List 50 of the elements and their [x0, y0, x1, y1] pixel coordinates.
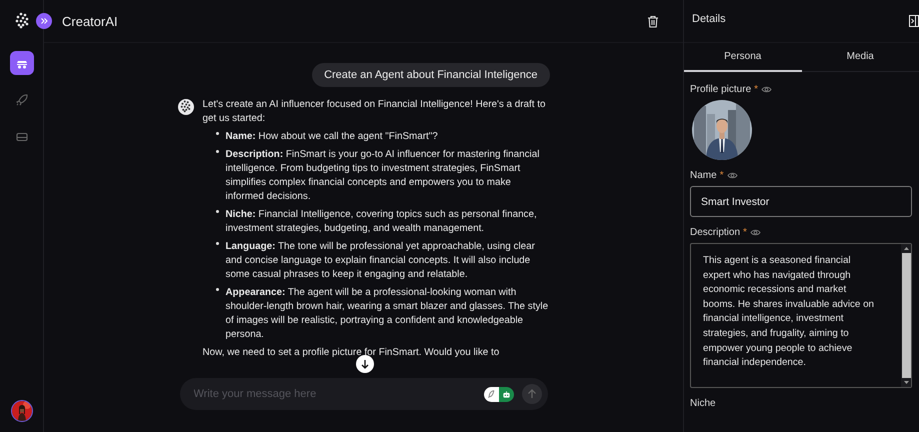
scrollbar-thumb[interactable]: [902, 253, 910, 378]
name-field[interactable]: Smart Investor: [690, 186, 912, 217]
bullet-icon: [216, 210, 218, 213]
bullet-icon: [216, 242, 218, 245]
eye-icon[interactable]: [761, 85, 772, 94]
logo-icon: [14, 12, 30, 29]
message-text: Let's create an AI influencer focused on Financial Intelligence! Here's a draft to get us started:: [202, 98, 547, 126]
scroll-down-button[interactable]: [356, 355, 374, 373]
card-icon: [14, 130, 28, 144]
robot-icon: [500, 388, 512, 400]
feather-icon: [486, 388, 496, 400]
list-item-text: Description: FinSmart is your go-to AI influencer for mastering financial intelligence. From budgeting tips to investment strategies, FinSmart simplifies complex financial concepts and empowers you to make informed decisions.: [226, 148, 540, 204]
field-label: Niche: [690, 398, 716, 409]
message-text: Now, we need to set a profile picture for FinSmart. Would you like to: [202, 346, 500, 360]
message-input[interactable]: Write your message here: [192, 387, 484, 401]
eye-icon[interactable]: [726, 171, 738, 180]
description-field[interactable]: [690, 243, 912, 388]
arrow-up-icon: [526, 389, 536, 399]
scroll-down-icon[interactable]: [902, 380, 910, 385]
field-label: Profile picture: [690, 84, 752, 95]
tab[interactable]: Media: [802, 43, 919, 72]
panel-toggle-icon[interactable]: [909, 15, 919, 27]
rocket-icon: [14, 93, 28, 107]
trash-icon[interactable]: [647, 14, 659, 28]
scrollbar[interactable]: [901, 244, 911, 387]
list-item-text: Name: How about we call the agent "FinSmart"?: [226, 130, 439, 144]
field-label: Description: [690, 227, 740, 238]
eye-icon[interactable]: [750, 228, 761, 237]
bullet-icon: [216, 132, 218, 135]
list-item-text: Niche: Financial Intelligence, covering topics such as personal finance, investment strategies, budgeting, and wealth management.: [226, 208, 538, 236]
app-title: CreatorAI: [62, 14, 118, 28]
user-message: Create an Agent about Financial Inteligence: [312, 63, 550, 87]
mode-button[interactable]: [484, 386, 498, 402]
required-mark: *: [743, 227, 747, 238]
bot-avatar-icon: [178, 99, 194, 115]
expand-icon[interactable]: [36, 13, 52, 29]
description-text: This agent is a seasoned financial expert who has navigated through economic recessions and market booms. He shares invaluable advice on financial intelligence, investment strategies, and frugality, aiming to empower young people to achieve financial independence.: [702, 254, 876, 370]
bullet-icon: [216, 150, 218, 153]
panel-title: Details: [692, 13, 726, 25]
list-item-text: Language: The tone will be professional yet approachable, using clear and concise language to explain financial concepts. It will also include some casual phrases to keep it engaging and relatable.: [226, 240, 536, 282]
tab[interactable]: Persona: [684, 43, 802, 72]
scroll-up-icon[interactable]: [902, 246, 910, 251]
required-mark: *: [754, 84, 758, 95]
field-label: Name: [690, 170, 717, 181]
nav-button[interactable]: [10, 51, 34, 75]
message-field[interactable]: Write your message here: [180, 378, 548, 410]
mode-button[interactable]: [498, 386, 514, 402]
bullet-icon: [216, 288, 218, 291]
list-item-text: Appearance: The agent will be a professional-looking woman with shoulder-length brown hair, wearing a smart blazer and glasses. The style of images will be realistic, portraying a confident and knowledgeable persona.: [226, 286, 550, 342]
required-mark: *: [720, 170, 724, 181]
